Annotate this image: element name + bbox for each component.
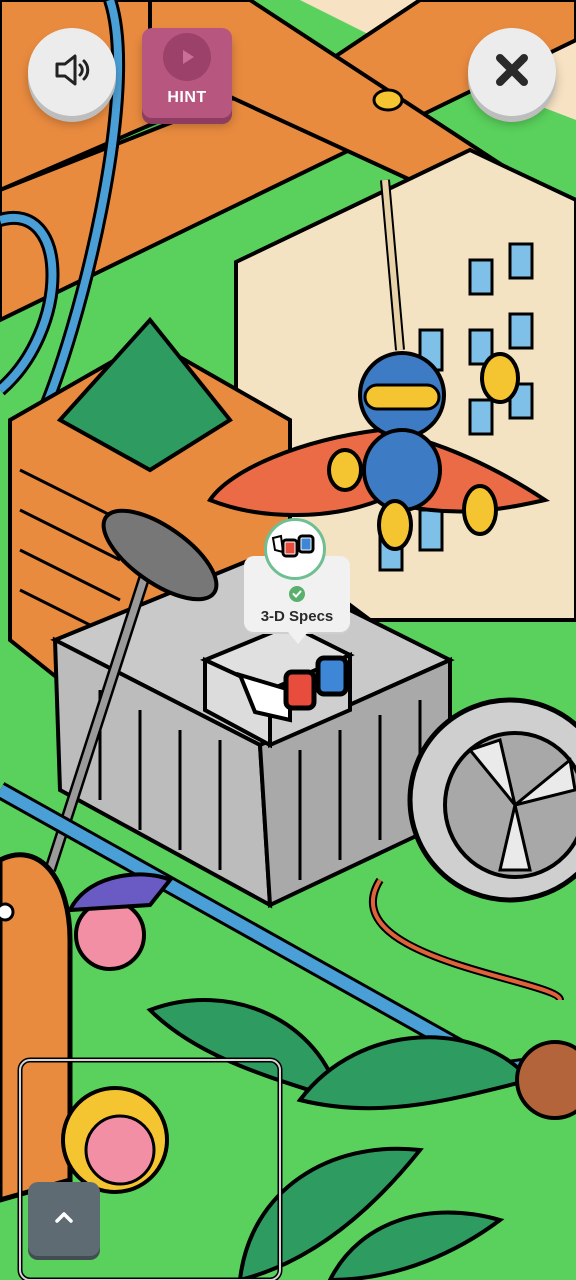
tooltip-pointer <box>288 632 308 644</box>
found-item-thumbnail <box>264 518 326 580</box>
play-icon <box>163 33 211 81</box>
hint-label: HINT <box>167 89 207 106</box>
close-button[interactable] <box>468 28 556 116</box>
dog-character[interactable] <box>515 1040 576 1120</box>
speaker-icon <box>51 49 93 96</box>
bee[interactable] <box>372 88 404 112</box>
chevron-up-icon <box>52 1209 76 1230</box>
close-x-icon <box>494 52 530 93</box>
checkmark-icon <box>289 586 305 602</box>
worker-character[interactable] <box>74 899 146 971</box>
found-item-name: 3-D Specs <box>260 608 334 625</box>
sound-button[interactable] <box>28 28 116 116</box>
3d-glasses-icon <box>271 532 319 567</box>
hint-button[interactable]: HINT <box>142 28 232 118</box>
expand-drawer-button[interactable] <box>28 1182 100 1256</box>
